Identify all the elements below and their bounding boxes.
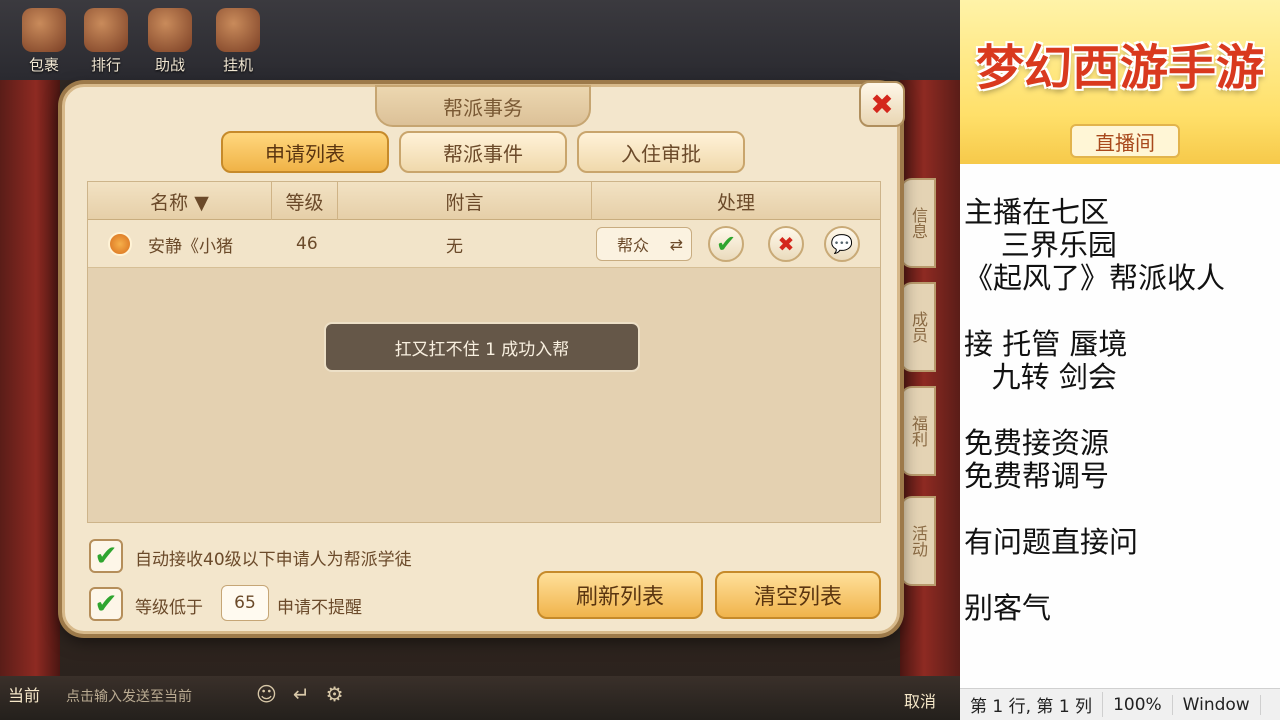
side-tab-info[interactable]: 信息: [900, 178, 936, 268]
chat-channel-button[interactable]: 当前: [8, 682, 40, 706]
stream-overlay: 梦幻西游手游 直播间 主播在七区 三界乐园 《起风了》帮派收人 接 托管 蜃境 …: [960, 0, 1280, 720]
zoom-level: 100%: [1103, 694, 1173, 715]
ranking-button[interactable]: 排行: [80, 8, 132, 78]
bag-icon: [22, 8, 66, 52]
cursor-position: 第 1 行, 第 1 列: [960, 692, 1104, 717]
check-icon: ✔: [94, 587, 118, 620]
side-tab-activity[interactable]: 活动: [900, 496, 936, 586]
note-line: 三界乐园: [964, 228, 1117, 262]
note-line: [964, 295, 1276, 328]
bag-label: 包裹: [28, 56, 59, 74]
column-action: 处理: [716, 191, 755, 214]
game-window: 包裹 排行 助战 挂机 信息 成员 福利 活动 当前 点击输入发送至当前 ☺↵⚙…: [0, 0, 960, 720]
ranking-label: 排行: [90, 56, 121, 74]
close-icon: ✖: [777, 232, 795, 256]
note-line: 有问题直接问: [964, 525, 1139, 559]
message-button[interactable]: 💬: [824, 226, 860, 262]
tab-application-list[interactable]: 申请列表: [221, 131, 389, 173]
column-level: 等级: [272, 182, 338, 220]
cancel-button[interactable]: 取消: [904, 688, 936, 712]
auto-battle-icon: [216, 8, 260, 52]
note-line: 《起风了》帮派收人: [964, 261, 1226, 295]
left-curtain: [0, 80, 60, 720]
application-table: 名称 ▼ 等级 附言 处理 安静《小猪 46 无 帮众 ⇄ ✔ ✖ 💬 扛又扛不…: [87, 181, 881, 523]
column-name-sort[interactable]: 名称 ▼: [88, 182, 272, 220]
side-tab-welfare[interactable]: 福利: [900, 386, 936, 476]
note-line: [964, 559, 1276, 592]
accept-button[interactable]: ✔: [708, 226, 744, 262]
sect-badge-icon: [108, 232, 132, 256]
assist-button[interactable]: 助战: [144, 8, 196, 78]
note-line: [964, 394, 1276, 427]
column-note: 附言: [338, 182, 592, 220]
note-line: 九转 剑会: [964, 360, 1117, 394]
no-remind-label: 申请不提醒: [277, 598, 362, 618]
dialog-title: 帮派事务: [375, 85, 591, 127]
os-label: Window: [1173, 694, 1261, 715]
emoji-icon[interactable]: ☺: [256, 682, 293, 706]
assist-icon: [148, 8, 192, 52]
check-icon: ✔: [715, 230, 737, 258]
gear-icon[interactable]: ⚙: [326, 682, 360, 706]
close-button[interactable]: ✖: [859, 81, 905, 127]
bag-button[interactable]: 包裹: [18, 8, 70, 78]
note-line: 免费帮调号: [964, 459, 1110, 493]
guild-affairs-dialog: 帮派事务 ✖ 申请列表 帮派事件 入住审批 名称 ▼ 等级 附言 处理 安静《小…: [62, 81, 905, 634]
note-line: 主播在七区: [964, 195, 1110, 229]
role-select[interactable]: 帮众 ⇄: [596, 227, 692, 261]
table-row[interactable]: 安静《小猪 46 无 帮众 ⇄ ✔ ✖ 💬: [88, 220, 880, 268]
stream-banner: 梦幻西游手游 直播间: [960, 0, 1280, 164]
swap-icon: ⇄: [669, 234, 683, 254]
chat-tools: ☺↵⚙: [256, 682, 360, 706]
game-logo: 梦幻西游手游: [975, 40, 1264, 96]
auto-accept-checkbox[interactable]: ✔: [89, 539, 123, 573]
note-line: 接 托管 蜃境: [964, 327, 1128, 361]
toast-message: 扛又扛不住 1 成功入帮: [324, 322, 640, 372]
table-header: 名称 ▼ 等级 附言 处理: [88, 182, 880, 220]
tab-guild-events[interactable]: 帮派事件: [399, 131, 567, 173]
auto-battle-button[interactable]: 挂机: [212, 8, 264, 78]
role-select-value: 帮众: [617, 236, 650, 255]
applicant-level: 46: [296, 234, 318, 254]
chat-bubble-icon: 💬: [830, 233, 854, 255]
assist-label: 助战: [154, 56, 185, 74]
top-toolbar: 包裹 排行 助战 挂机: [0, 0, 960, 80]
note-line: [964, 493, 1276, 526]
auto-accept-label: 自动接收40级以下申请人为帮派学徒: [135, 550, 412, 570]
level-below-label: 等级低于: [135, 598, 203, 618]
side-tab-members[interactable]: 成员: [900, 282, 936, 372]
note-line: 免费接资源: [964, 426, 1110, 460]
note-line: 别客气: [964, 591, 1052, 625]
live-room-label: 直播间: [1070, 124, 1180, 158]
editor-status-bar: 第 1 行, 第 1 列 100% Window: [960, 688, 1280, 720]
level-threshold-input[interactable]: [221, 585, 269, 621]
check-icon: ✔: [94, 539, 118, 572]
applicant-name: 安静《小猪: [148, 236, 233, 257]
close-icon: ✖: [870, 87, 894, 121]
level-filter-checkbox[interactable]: ✔: [89, 587, 123, 621]
tab-residence-approval[interactable]: 入住审批: [577, 131, 745, 173]
chat-bar: 当前 点击输入发送至当前 ☺↵⚙ 取消: [0, 676, 960, 720]
streamer-notes: 主播在七区 三界乐园 《起风了》帮派收人 接 托管 蜃境 九转 剑会 免费接资源…: [964, 196, 1276, 625]
reject-button[interactable]: ✖: [768, 226, 804, 262]
clear-list-button[interactable]: 清空列表: [715, 571, 881, 619]
applicant-note: 无: [446, 236, 463, 257]
ranking-icon: [84, 8, 128, 52]
refresh-list-button[interactable]: 刷新列表: [537, 571, 703, 619]
auto-battle-label: 挂机: [222, 56, 253, 74]
enter-icon[interactable]: ↵: [293, 682, 326, 706]
chat-input[interactable]: 点击输入发送至当前: [66, 686, 192, 706]
